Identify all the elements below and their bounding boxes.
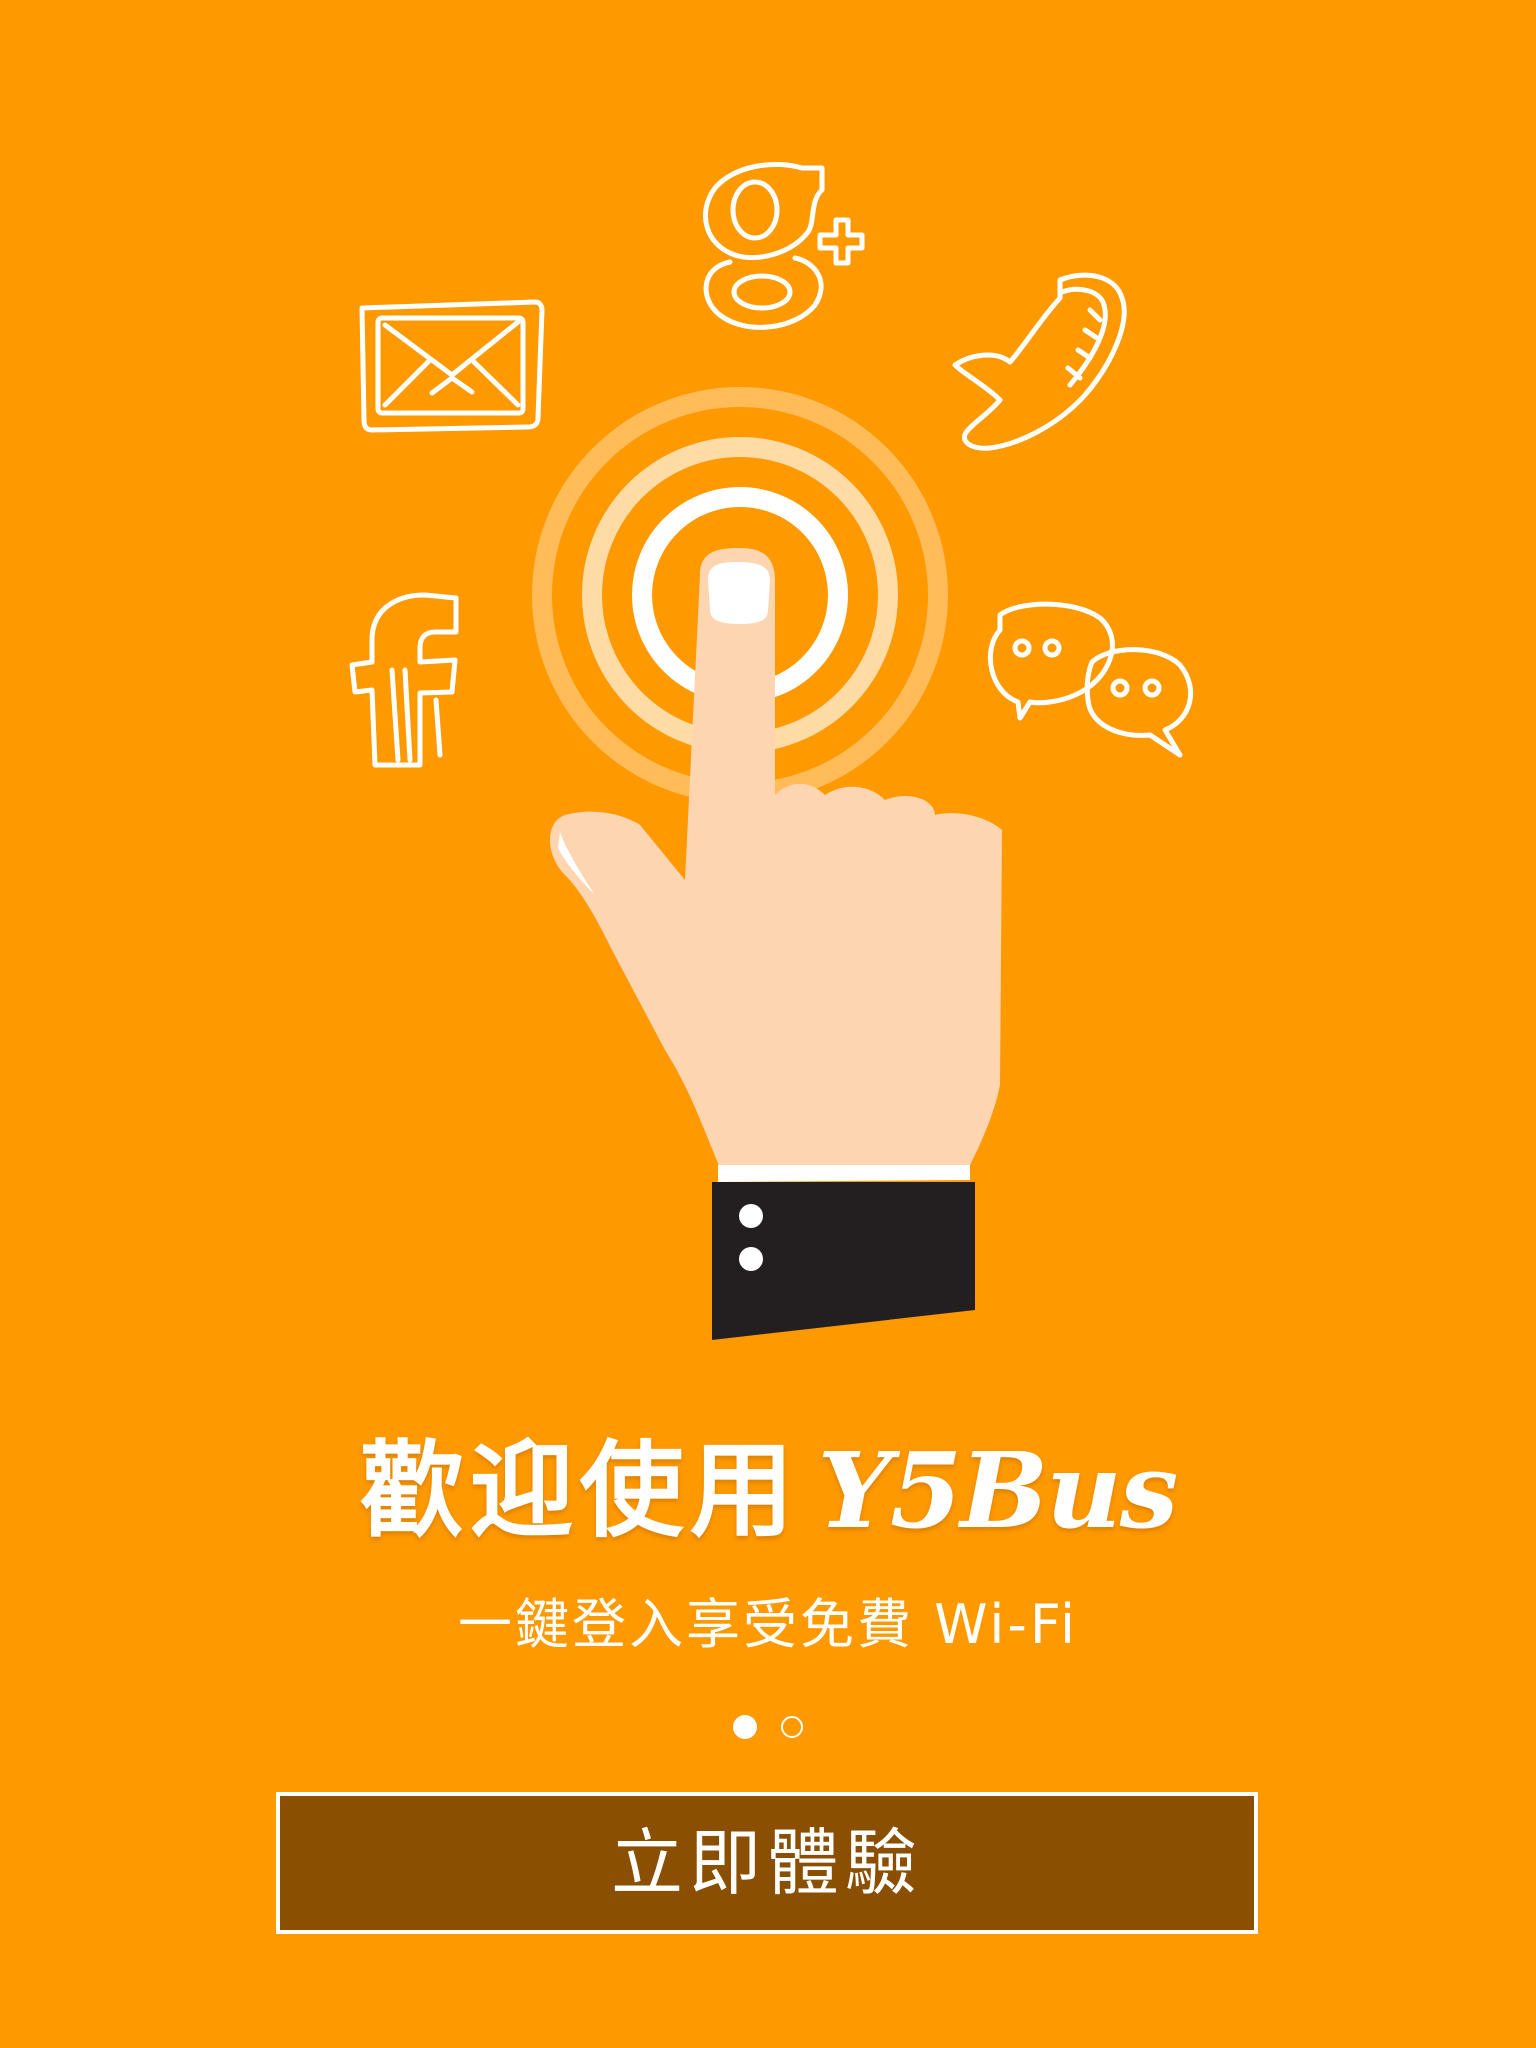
page-indicator — [0, 1715, 1536, 1743]
mail-icon — [359, 299, 545, 433]
facebook-icon — [349, 592, 459, 768]
google-plus-icon — [703, 161, 865, 330]
onboarding-screen: 歡迎使用 Y5Bus 一鍵登入享受免費 Wi-Fi 立即體驗 — [0, 0, 1536, 2048]
page-indicator-dot-active[interactable] — [733, 1715, 757, 1739]
page-indicator-dot[interactable] — [781, 1716, 803, 1738]
phone-icon — [952, 272, 1127, 451]
brand-logo-text: Y5Bus — [817, 1428, 1179, 1552]
welcome-title: 歡迎使用 Y5Bus — [0, 1425, 1536, 1555]
onboarding-illustration — [349, 161, 1194, 1340]
try-now-button[interactable]: 立即體驗 — [276, 1792, 1258, 1934]
chat-bubbles-icon — [987, 601, 1194, 758]
welcome-title-text: 歡迎使用 — [359, 1429, 800, 1552]
welcome-subtitle: 一鍵登入享受免費 Wi-Fi — [458, 1593, 1078, 1656]
